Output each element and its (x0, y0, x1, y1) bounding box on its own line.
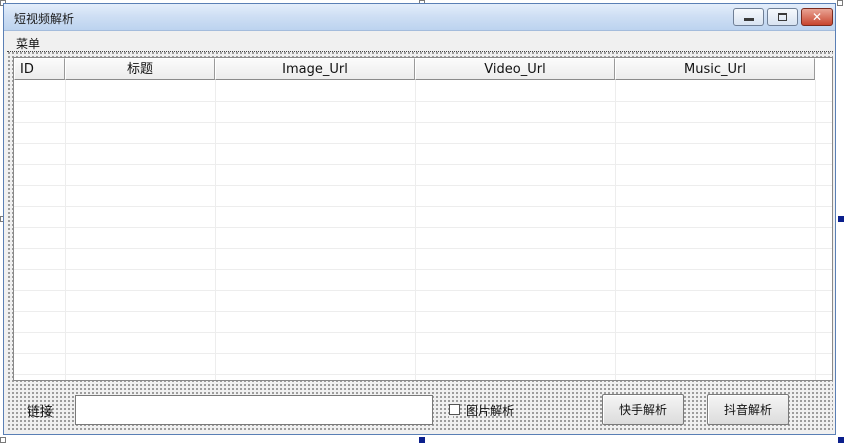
menu-bar: 菜单 (7, 31, 833, 52)
column-header-image-url[interactable]: Image_Url (215, 58, 415, 80)
kuaishou-parse-button[interactable]: 快手解析 (602, 394, 684, 425)
checkbox-box[interactable] (449, 404, 460, 415)
image-parse-checkbox[interactable]: 图片解析 (449, 402, 514, 418)
douyin-parse-button[interactable]: 抖音解析 (707, 394, 789, 425)
resize-handle-bottom-center[interactable] (419, 437, 425, 443)
data-grid[interactable]: ID 标题 Image_Url Video_Url Music_Url (13, 57, 833, 381)
resize-handle-top-right[interactable] (837, 0, 843, 6)
minimize-icon (744, 18, 754, 21)
window-title: 短视频解析 (14, 12, 75, 26)
menu-item-menu[interactable]: 菜单 (16, 35, 40, 52)
link-input[interactable] (75, 395, 433, 425)
minimize-button[interactable] (733, 8, 764, 26)
column-header-title[interactable]: 标题 (65, 58, 215, 80)
link-label: 链接 (27, 405, 54, 420)
maximize-button[interactable] (767, 8, 798, 26)
resize-handle-middle-right[interactable] (838, 216, 844, 222)
image-parse-label: 图片解析 (466, 404, 515, 418)
column-header-id[interactable]: ID (14, 58, 65, 80)
resize-handle-bottom-left[interactable] (0, 437, 6, 443)
maximize-icon (778, 13, 787, 21)
title-bar[interactable]: 短视频解析 ✕ (4, 4, 835, 31)
close-button[interactable]: ✕ (801, 8, 833, 26)
close-icon: ✕ (811, 10, 823, 24)
grid-header-row: ID 标题 Image_Url Video_Url Music_Url (14, 58, 815, 81)
resize-handle-bottom-right[interactable] (838, 437, 844, 443)
column-header-video-url[interactable]: Video_Url (415, 58, 615, 80)
form-window: 短视频解析 ✕ 菜单 ID 标题 Image_Url Video_Url Mus… (3, 3, 836, 435)
form-client-area: 菜单 ID 标题 Image_Url Video_Url Music_Url 链… (7, 31, 833, 431)
column-header-music-url[interactable]: Music_Url (615, 58, 815, 80)
